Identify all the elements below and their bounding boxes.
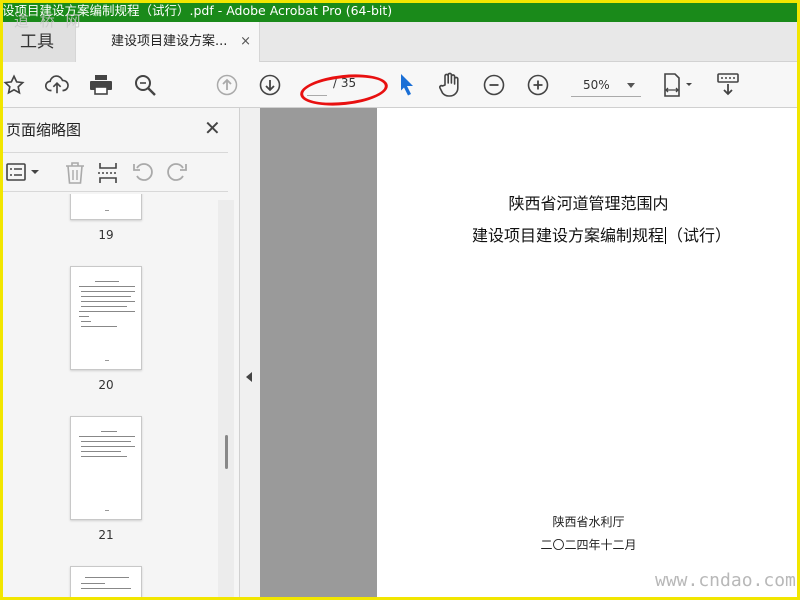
print-icon[interactable] xyxy=(88,62,114,108)
zoom-select[interactable]: 50% xyxy=(571,73,641,97)
page-down-icon[interactable] xyxy=(257,62,283,108)
page-up-icon[interactable] xyxy=(214,62,240,108)
watermark-bottom: www.cndao.com xyxy=(655,570,796,591)
thumbnail-page-number: 21 xyxy=(98,528,114,542)
page-thumbnail-19[interactable] xyxy=(70,194,142,220)
insert-page-icon[interactable] xyxy=(97,161,119,189)
rotate-counterclockwise-icon[interactable] xyxy=(132,161,154,187)
thumbnail-list: 19 20 21 xyxy=(0,194,228,600)
bookmark-star-icon[interactable] xyxy=(2,62,26,108)
chevron-down-icon xyxy=(627,83,635,88)
rotate-clockwise-icon[interactable] xyxy=(166,161,188,187)
scrollbar-thumb[interactable] xyxy=(225,435,228,469)
tab-close-icon[interactable]: × xyxy=(240,22,251,62)
window-title: 设项目建设方案编制规程（试行）.pdf - Adobe Acrobat Pro … xyxy=(0,0,800,22)
text-cursor xyxy=(665,227,667,244)
page-thumbnail-20[interactable] xyxy=(70,266,142,370)
collapse-left-icon[interactable] xyxy=(246,372,252,382)
fit-page-icon[interactable] xyxy=(660,62,696,108)
main-toolbar: / 35 50% xyxy=(0,62,800,108)
tab-document[interactable]: 建设项目建设方案... × xyxy=(75,22,260,63)
panel-collapse-strip[interactable] xyxy=(240,108,260,600)
search-zoom-icon[interactable] xyxy=(132,62,158,108)
delete-page-icon[interactable] xyxy=(64,161,86,189)
close-icon[interactable]: ✕ xyxy=(204,116,221,140)
zoom-out-icon[interactable] xyxy=(482,62,506,108)
keyboard-tool-icon[interactable] xyxy=(714,62,742,108)
thumbnail-page-number: 20 xyxy=(98,378,114,392)
zoom-value: 50% xyxy=(583,78,610,92)
hand-tool-icon[interactable] xyxy=(437,62,463,108)
panel-title: 页面缩略图 xyxy=(6,121,82,139)
watermark-top: 道 桥 网 xyxy=(14,12,84,30)
options-menu-icon[interactable] xyxy=(6,161,42,187)
tab-bar: 工具 建设项目建设方案... × xyxy=(0,22,800,63)
zoom-in-icon[interactable] xyxy=(526,62,550,108)
select-cursor-icon[interactable] xyxy=(397,62,417,108)
tab-document-label: 建设项目建设方案... xyxy=(111,34,228,49)
thumbnail-scrollbar[interactable] xyxy=(218,200,234,600)
page-thumbnail-22[interactable] xyxy=(70,566,142,600)
document-page[interactable]: 陕西省河道管理范围内 建设项目建设方案编制规程 （试行） 陕西省水利厅 二〇二四年… xyxy=(377,108,800,600)
thumbnail-panel: 页面缩略图 ✕ 19 20 21 xyxy=(0,108,240,600)
document-title-line-2: 建设项目建设方案编制规程 （试行） xyxy=(472,222,731,246)
upload-cloud-icon[interactable] xyxy=(44,62,70,108)
page-thumbnail-21[interactable] xyxy=(70,416,142,520)
thumbnail-toolbar xyxy=(0,152,228,192)
document-date: 二〇二四年十二月 xyxy=(540,538,637,552)
document-title-main: 建设项目建设方案编制规程 xyxy=(472,226,665,245)
thumbnail-page-number: 19 xyxy=(98,228,114,242)
document-title-suffix: （试行） xyxy=(667,226,732,245)
document-issuer: 陕西省水利厅 xyxy=(552,515,625,529)
document-title-line-1: 陕西省河道管理范围内 xyxy=(508,194,669,213)
